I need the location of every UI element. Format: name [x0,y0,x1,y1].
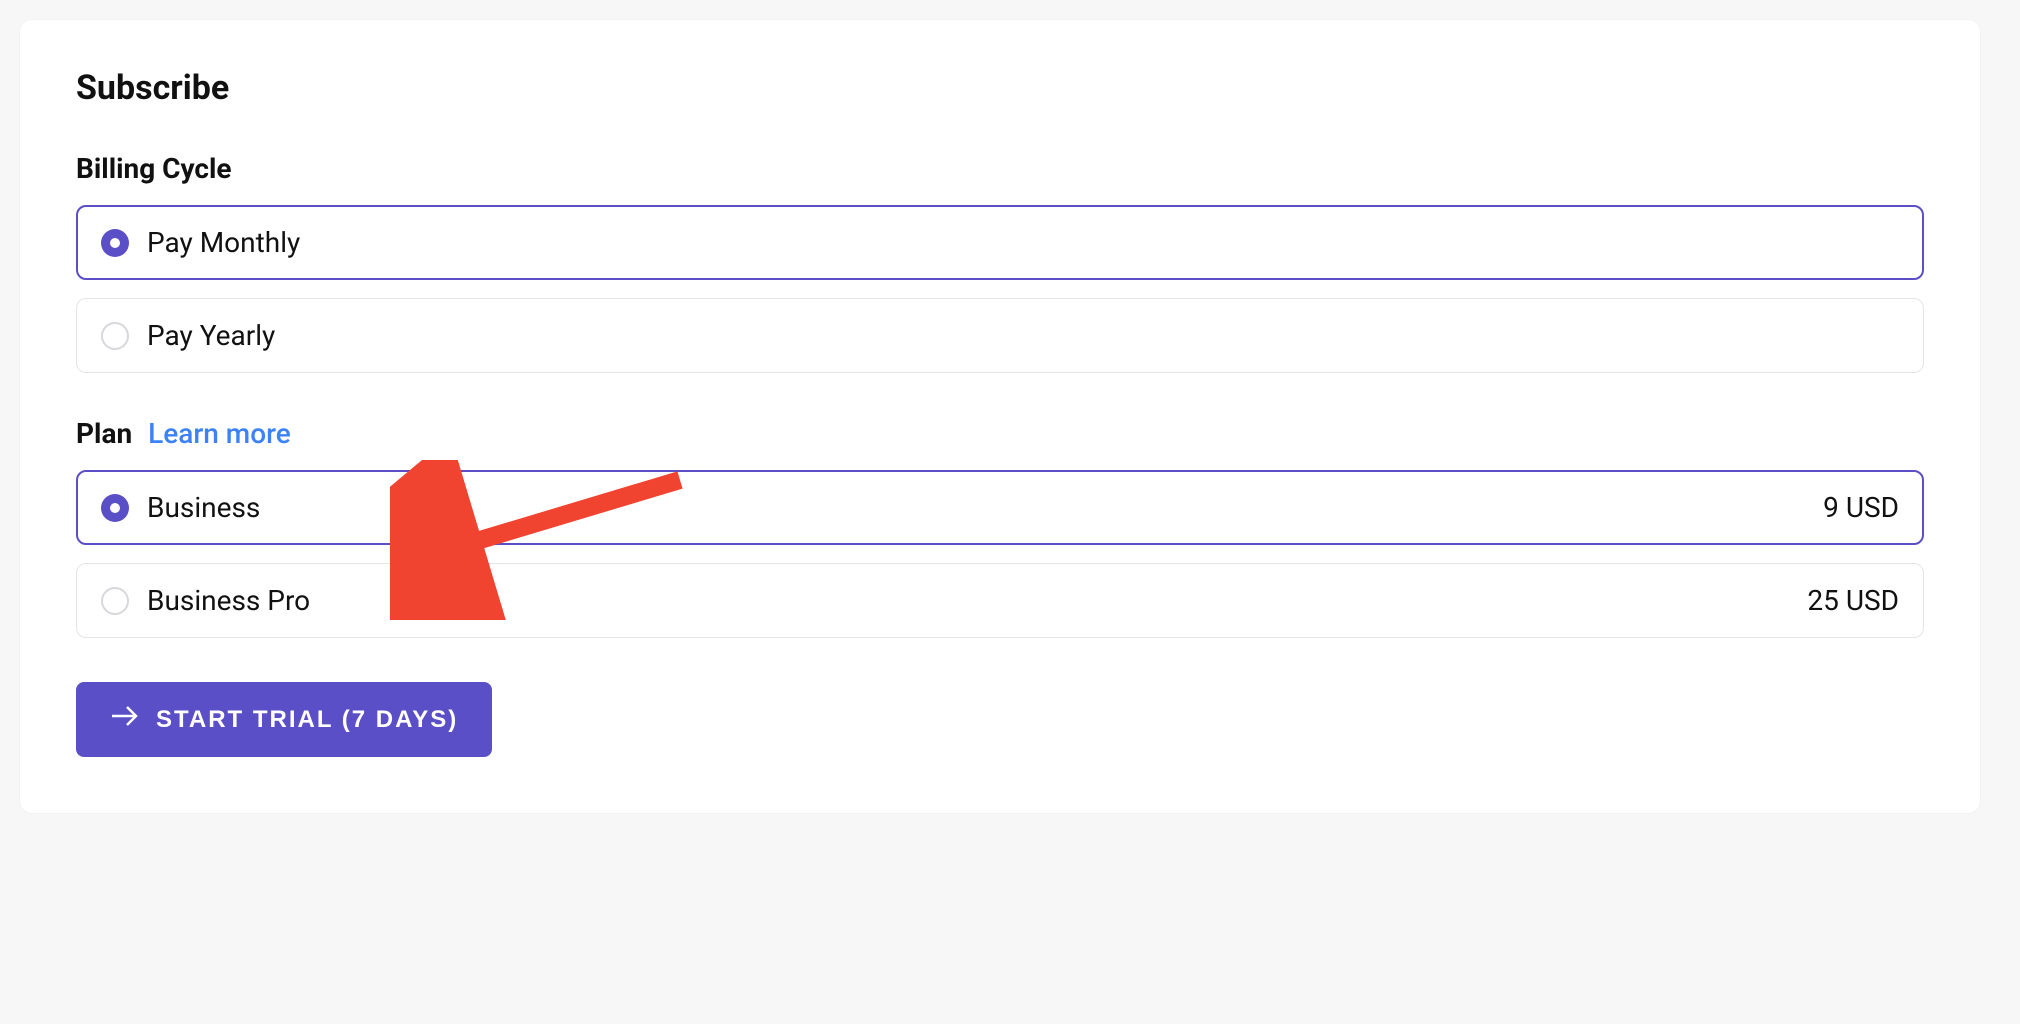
option-price: 9 USD [1823,491,1899,524]
option-label: Business [147,491,1823,524]
plan-options: Business 9 USD Business Pro 25 USD [76,470,1924,638]
billing-cycle-options: Pay Monthly Pay Yearly [76,205,1924,373]
billing-option-yearly[interactable]: Pay Yearly [76,298,1924,373]
arrow-right-icon [110,704,140,735]
option-label: Business Pro [147,584,1807,617]
plan-option-business-pro[interactable]: Business Pro 25 USD [76,563,1924,638]
billing-cycle-label: Billing Cycle [76,152,1924,185]
plan-label-row: Plan Learn more [76,417,1924,450]
radio-icon [101,322,129,350]
plan-option-business[interactable]: Business 9 USD [76,470,1924,545]
cta-label: START TRIAL (7 DAYS) [156,706,458,734]
option-price: 25 USD [1807,584,1899,617]
start-trial-button[interactable]: START TRIAL (7 DAYS) [76,682,492,757]
option-label: Pay Monthly [147,226,1899,259]
learn-more-link[interactable]: Learn more [148,417,291,450]
card-title: Subscribe [76,68,1924,108]
radio-icon [101,229,129,257]
subscribe-card: Subscribe Billing Cycle Pay Monthly Pay … [20,20,1980,813]
plan-label: Plan [76,417,132,450]
plan-section: Plan Learn more Business 9 USD Business … [76,417,1924,638]
option-label: Pay Yearly [147,319,1899,352]
billing-option-monthly[interactable]: Pay Monthly [76,205,1924,280]
billing-cycle-section: Billing Cycle Pay Monthly Pay Yearly [76,152,1924,373]
radio-icon [101,587,129,615]
radio-icon [101,494,129,522]
